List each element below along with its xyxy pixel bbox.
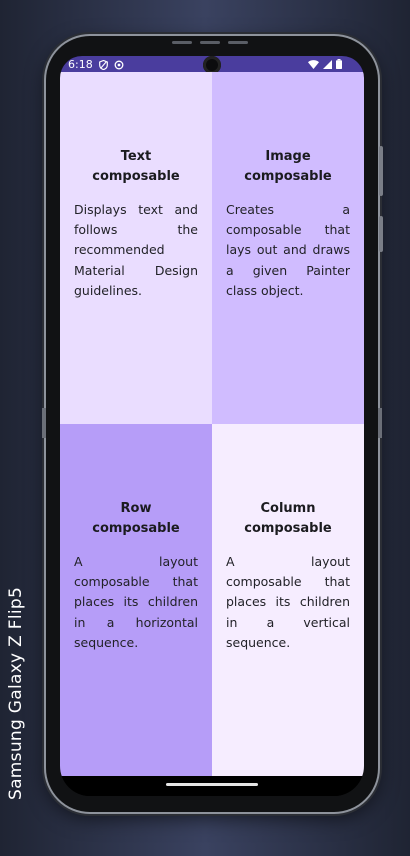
status-icons (308, 59, 342, 72)
quadrant-grid: Text composable Displays text and follow… (60, 72, 364, 776)
device-label: Samsung Galaxy Z Flip5 (6, 586, 26, 800)
volume-button[interactable] (379, 146, 383, 196)
shield-icon (98, 59, 108, 70)
home-handle[interactable] (166, 783, 258, 786)
frame-detail (200, 41, 220, 44)
status-bar: 6:18 (60, 56, 364, 74)
wifi-icon (308, 59, 319, 72)
hinge-right (378, 408, 382, 438)
card-description: A layout composable that places its chil… (74, 553, 198, 650)
card-title: Text composable (92, 148, 180, 184)
card-text-composable: Text composable Displays text and follow… (60, 72, 212, 424)
card-title: Row composable (92, 500, 180, 536)
navigation-bar (60, 776, 364, 796)
frame-detail (228, 41, 248, 44)
battery-icon (336, 59, 342, 72)
status-time: 6:18 (68, 57, 93, 71)
card-title: Column composable (244, 500, 332, 536)
hinge-left (42, 408, 46, 438)
power-button[interactable] (379, 216, 383, 252)
card-column-composable: Column composable A layout composable th… (212, 424, 364, 776)
card-description: Displays text and follows the recommende… (74, 201, 198, 298)
screen: 6:18 Text composable Displays text and f… (60, 56, 364, 796)
phone-frame: 6:18 Text composable Displays text and f… (42, 36, 383, 812)
sync-icon (114, 60, 124, 69)
card-image-composable: Image composable Creates a composable th… (212, 72, 364, 424)
card-title: Image composable (244, 148, 332, 184)
frame-detail (172, 41, 192, 44)
signal-icon (323, 59, 332, 72)
card-row-composable: Row composable A layout composable that … (60, 424, 212, 776)
card-description: A layout composable that places its chil… (226, 553, 350, 650)
card-description: Creates a composable that lays out and d… (226, 201, 350, 298)
